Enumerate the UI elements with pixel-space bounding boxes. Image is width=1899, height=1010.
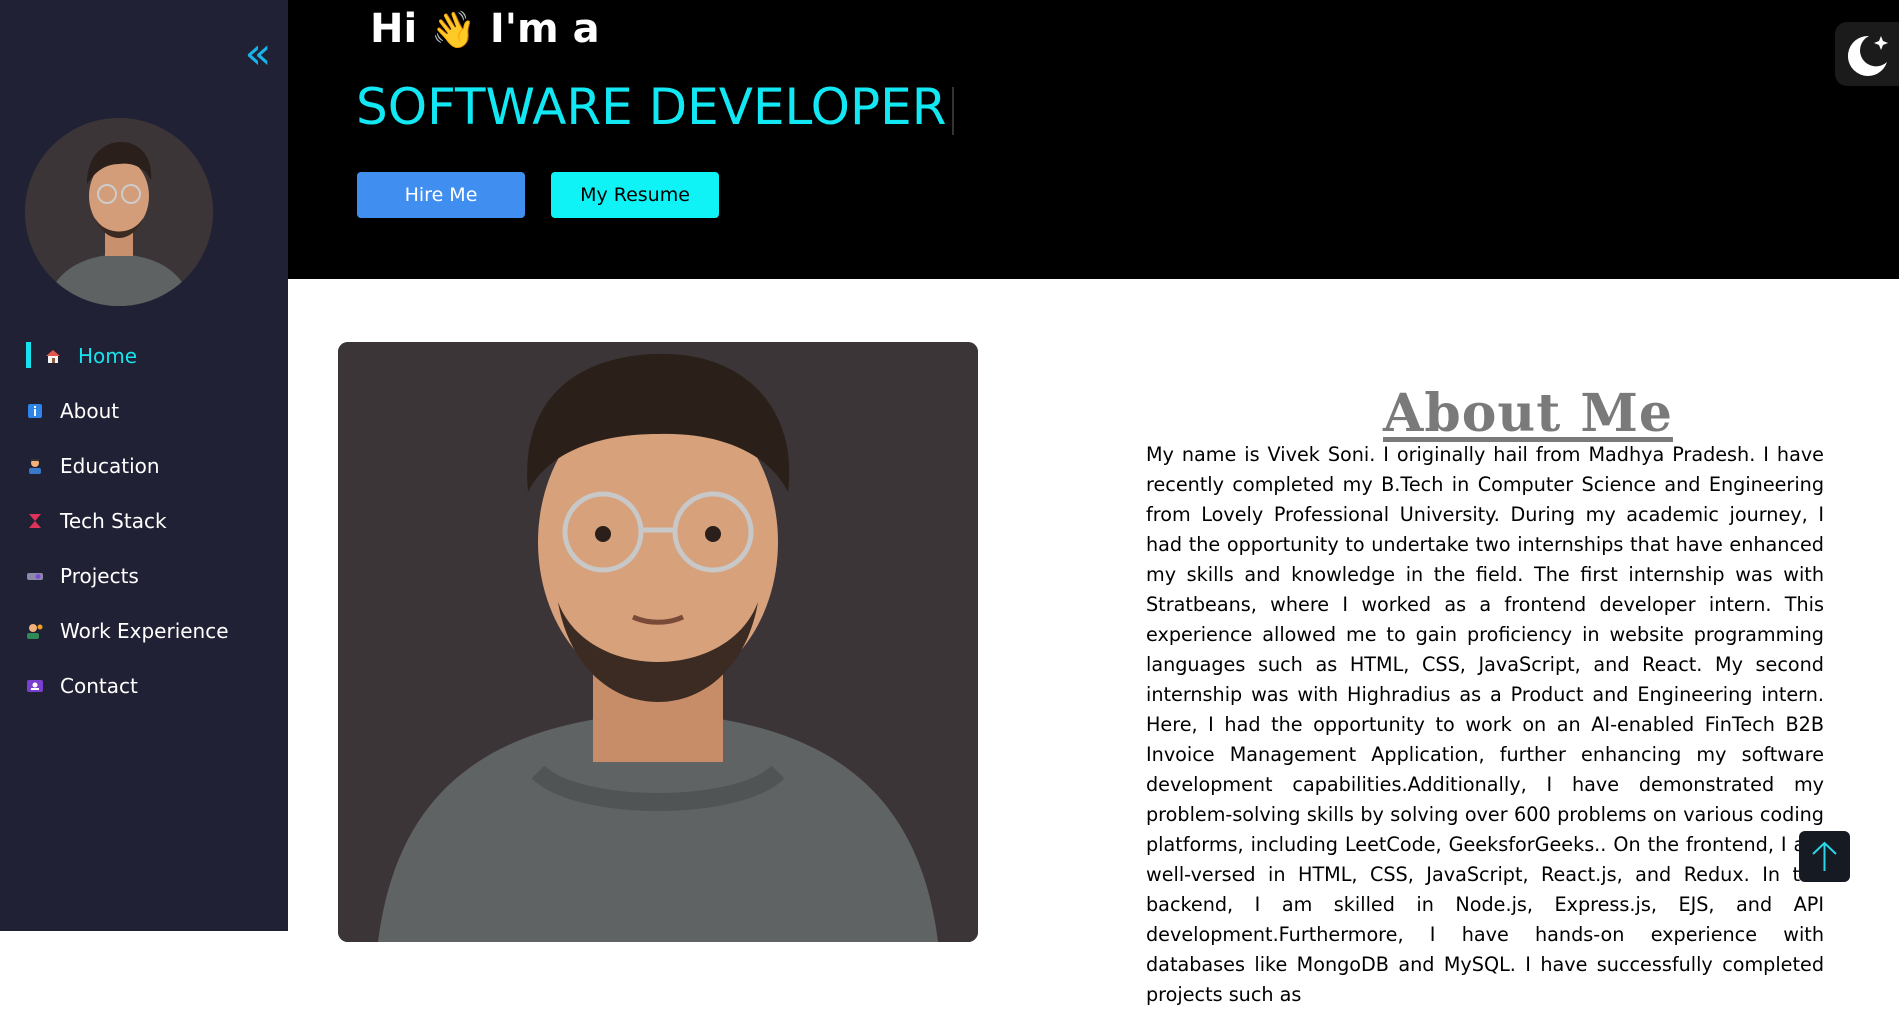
sidebar-item-home[interactable]: Home: [0, 328, 288, 383]
projector-icon: [26, 567, 44, 585]
hero-section: Hi 👋 I'm a SOFTWARE DEVELOPER Hire Me My…: [288, 0, 1899, 279]
arrow-up-icon: [1799, 841, 1850, 886]
moon-icon: [1835, 35, 1899, 90]
theme-toggle-button[interactable]: [1835, 22, 1899, 86]
profile-photo: [338, 342, 978, 942]
my-resume-button[interactable]: My Resume: [551, 172, 719, 218]
about-paragraph: My name is Vivek Soni. I originally hail…: [1146, 443, 1824, 1006]
double-chevron-left-icon[interactable]: «: [240, 32, 276, 76]
sidebar-item-label: Education: [60, 453, 160, 478]
sidebar-item-label: Tech Stack: [60, 508, 167, 533]
sidebar-item-label: About: [60, 398, 120, 423]
info-icon: [26, 402, 44, 420]
sidebar-item-label: Projects: [60, 563, 139, 588]
worker-icon: [26, 622, 44, 640]
wave-icon: 👋: [431, 10, 476, 51]
about-title: About Me: [1383, 383, 1673, 445]
hourglass-icon: [26, 512, 44, 530]
scroll-to-top-button[interactable]: [1799, 831, 1850, 882]
sidebar-item-about[interactable]: About: [0, 383, 288, 438]
sidebar-item-work-experience[interactable]: Work Experience: [0, 603, 288, 658]
sidebar-item-projects[interactable]: Projects: [0, 548, 288, 603]
sidebar-item-education[interactable]: Education: [0, 438, 288, 493]
sidebar: « Home About Education Tech Stack Projec…: [0, 0, 288, 931]
sidebar-item-contact[interactable]: Contact: [0, 658, 288, 713]
sidebar-item-label: Contact: [60, 673, 138, 698]
hire-me-button[interactable]: Hire Me: [357, 172, 525, 218]
sidebar-nav: Home About Education Tech Stack Projects: [0, 328, 288, 713]
home-icon: [44, 347, 62, 365]
sidebar-item-label: Home: [78, 343, 138, 368]
contact-card-icon: [26, 677, 44, 695]
intro-text: I'm a: [489, 6, 600, 52]
avatar: [25, 118, 213, 306]
hero-greeting: Hi 👋 I'm a: [370, 6, 600, 52]
typing-caret: [952, 86, 955, 135]
sidebar-item-label: Work Experience: [60, 618, 229, 643]
sidebar-item-tech-stack[interactable]: Tech Stack: [0, 493, 288, 548]
role-text: SOFTWARE DEVELOPER: [356, 78, 947, 136]
student-icon: [26, 457, 44, 475]
greeting-text: Hi: [370, 6, 418, 52]
hero-role: SOFTWARE DEVELOPER: [356, 78, 955, 136]
